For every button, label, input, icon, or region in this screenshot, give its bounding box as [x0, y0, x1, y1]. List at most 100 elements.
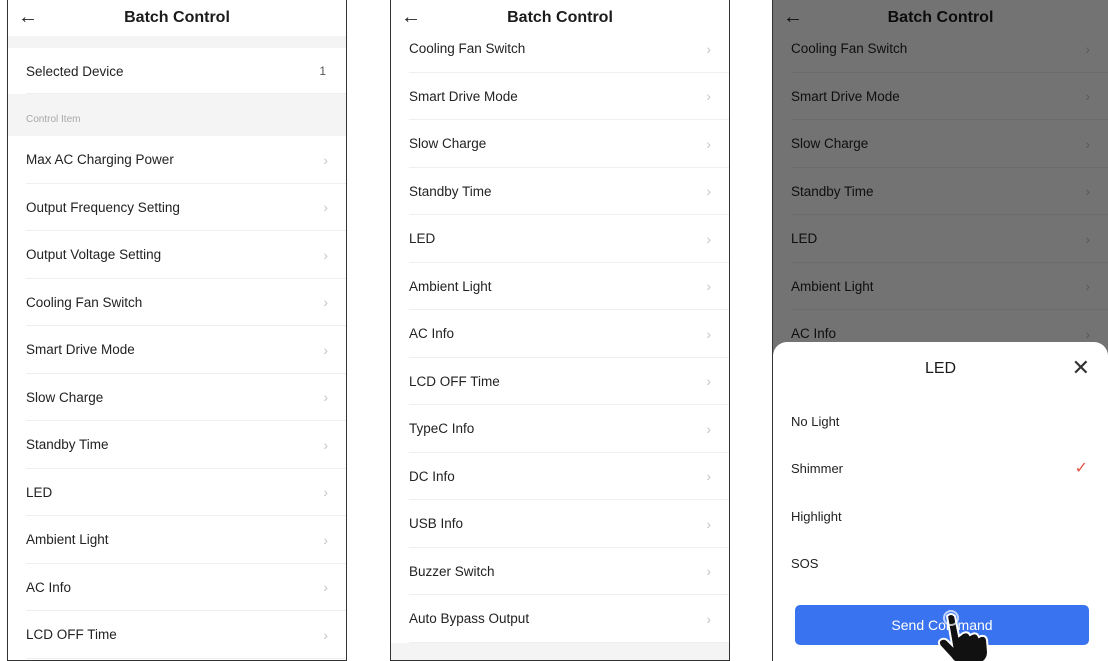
chevron-right-icon: › — [706, 40, 711, 57]
chevron-right-icon: › — [706, 468, 711, 485]
list-item-lcd-off-time[interactable]: LCD OFF Time › — [391, 357, 729, 405]
list-item-label: LCD OFF Time — [409, 373, 500, 389]
list-item-label: AC Info — [26, 579, 72, 595]
pointer-hand-icon — [937, 610, 990, 661]
list-item-ambient-light[interactable]: Ambient Light › — [8, 516, 346, 564]
list-item-typec-info[interactable]: TypeC Info › — [391, 405, 729, 453]
option-label: Shimmer — [791, 460, 844, 476]
chevron-right-icon: › — [323, 341, 328, 358]
list-item-label: Ambient Light — [409, 278, 492, 294]
list-footer — [391, 642, 729, 660]
list-item-label: AC Info — [409, 326, 455, 342]
control-list: Cooling Fan Switch›Smart Drive Mode›Slow… — [391, 25, 729, 660]
led-bottom-sheet: LED ✕ No Light Shimmer ✓ Highlight SOS Send … — [773, 342, 1108, 661]
chevron-right-icon: › — [323, 294, 328, 311]
screen-batch-control-2: ← Batch Control Cooling Fan Switch › Smart… — [390, 0, 730, 661]
chevron-right-icon: › — [323, 246, 328, 263]
list-item-standby-time[interactable]: Standby Time › — [391, 167, 729, 215]
list-item-label: Cooling Fan Switch — [409, 41, 526, 57]
chevron-right-icon: › — [706, 610, 711, 627]
list-item-label: Smart Drive Mode — [26, 342, 135, 358]
list-item-label: Max AC Charging Power — [26, 152, 174, 168]
list-item-auto-bypass-output[interactable]: Auto Bypass Output › — [391, 595, 729, 643]
chevron-right-icon: › — [323, 626, 328, 643]
back-arrow-icon[interactable]: ← — [18, 4, 38, 30]
chevron-right-icon: › — [706, 183, 711, 200]
list-item-smart-drive-mode[interactable]: Smart Drive Mode › — [8, 326, 346, 374]
page-title: Batch Control — [507, 9, 613, 26]
list-item-usb-info[interactable]: USB Info › — [391, 500, 729, 548]
selected-device-row[interactable]: Selected Device 1 — [8, 48, 346, 94]
list-item-lcd-off-time[interactable]: LCD OFF Time › — [8, 611, 346, 659]
list-item-slow-charge[interactable]: Slow Charge › — [391, 120, 729, 168]
page-title: Batch Control — [124, 9, 230, 26]
chevron-right-icon: › — [706, 373, 711, 390]
divider — [8, 36, 346, 48]
list-item-smart-drive-mode[interactable]: Smart Drive Mode › — [391, 72, 729, 120]
list-item-label: DC Info — [409, 468, 455, 484]
chevron-right-icon: › — [706, 135, 711, 152]
list-item-label: LCD OFF Time — [26, 627, 117, 643]
list-item-label: Auto Bypass Output — [409, 611, 530, 627]
led-option-sos[interactable]: SOS — [791, 548, 1090, 578]
led-option-highlight[interactable]: Highlight — [791, 501, 1090, 531]
option-label: Highlight — [791, 508, 842, 524]
list-item-led[interactable]: LED › — [8, 468, 346, 516]
chevron-right-icon: › — [323, 151, 328, 168]
list-item-label: LED — [26, 484, 53, 500]
chevron-right-icon: › — [323, 199, 328, 216]
list-item-slow-charge[interactable]: Slow Charge › — [8, 373, 346, 421]
list-item-output-voltage-setting[interactable]: Output Voltage Setting › — [8, 231, 346, 279]
list-item-output-frequency-setting[interactable]: Output Frequency Setting › — [8, 183, 346, 231]
screen-batch-control-1: ← Batch Control Selected Device 1 Contro… — [7, 0, 347, 661]
chevron-right-icon: › — [323, 579, 328, 596]
chevron-right-icon: › — [706, 278, 711, 295]
list-item-ac-info[interactable]: AC Info › — [391, 310, 729, 358]
list-item-label: TypeC Info — [409, 421, 475, 437]
list-item-label: USB Info — [409, 516, 464, 532]
chevron-right-icon: › — [323, 531, 328, 548]
led-option-shimmer[interactable]: Shimmer ✓ — [791, 453, 1090, 483]
sheet-title: LED — [924, 360, 957, 377]
chevron-right-icon: › — [706, 325, 711, 342]
list-item-buzzer-switch[interactable]: Buzzer Switch › — [391, 547, 729, 595]
header: ← Batch Control — [8, 0, 346, 36]
list-item-label: LED — [409, 231, 436, 247]
option-label: SOS — [791, 555, 819, 571]
chevron-right-icon: › — [323, 436, 328, 453]
checkmark-icon: ✓ — [1074, 460, 1088, 477]
list-item-label: Ambient Light — [26, 532, 109, 548]
chevron-right-icon: › — [706, 230, 711, 247]
option-label: No Light — [791, 413, 840, 429]
selected-device-label: Selected Device — [26, 63, 124, 79]
selected-device-count: 1 — [319, 64, 326, 78]
list-item-label: Cooling Fan Switch — [26, 294, 143, 310]
chevron-right-icon: › — [323, 389, 328, 406]
list-item-label: Buzzer Switch — [409, 563, 495, 579]
header: ← Batch Control — [391, 0, 729, 36]
list-item-label: Output Voltage Setting — [26, 247, 162, 263]
chevron-right-icon: › — [706, 563, 711, 580]
led-option-no-light[interactable]: No Light — [791, 406, 1090, 436]
list-item-label: Slow Charge — [409, 136, 487, 152]
back-arrow-icon[interactable]: ← — [401, 4, 421, 30]
chevron-right-icon: › — [706, 515, 711, 532]
close-icon[interactable]: ✕ — [1072, 356, 1090, 380]
list-item-dc-info[interactable]: DC Info › — [391, 452, 729, 500]
list-item-cooling-fan-switch[interactable]: Cooling Fan Switch › — [8, 278, 346, 326]
list-item-ambient-light[interactable]: Ambient Light › — [391, 262, 729, 310]
list-item-max-ac-charging-power[interactable]: Max AC Charging Power › — [8, 136, 346, 184]
list-item-ac-info[interactable]: AC Info › — [8, 563, 346, 611]
control-list: Selected Device 1 Control Item Max AC Ch… — [8, 36, 346, 659]
section-label: Control Item — [8, 94, 346, 136]
list-item-led[interactable]: LED › — [391, 215, 729, 263]
list-item-label: Standby Time — [26, 437, 109, 453]
chevron-right-icon: › — [706, 88, 711, 105]
list-item-label: Slow Charge — [26, 389, 104, 405]
list-item-standby-time[interactable]: Standby Time › — [8, 421, 346, 469]
chevron-right-icon: › — [706, 420, 711, 437]
chevron-right-icon: › — [323, 484, 328, 501]
list-item-label: Output Frequency Setting — [26, 199, 180, 215]
list-item-label: Standby Time — [409, 183, 492, 199]
screen-batch-control-3: ← Batch Control Cooling Fan Switch›Smart… — [772, 0, 1108, 661]
